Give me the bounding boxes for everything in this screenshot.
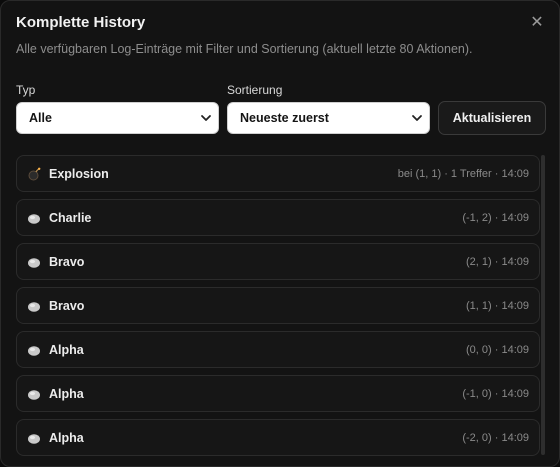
entry-meta: (-1, 2) · 14:09 (462, 212, 529, 224)
close-icon[interactable]: ✕ (527, 13, 547, 33)
history-entry[interactable]: Alpha (-1, 0) · 14:09 (16, 375, 540, 412)
history-entry[interactable]: Alpha (-2, 0) · 14:09 (16, 419, 540, 456)
entry-name: Alpha (49, 387, 84, 401)
list-scrollbar[interactable] (541, 155, 545, 455)
entry-name: Alpha (49, 343, 84, 357)
history-entry[interactable]: Bravo (1, 1) · 14:09 (16, 287, 540, 324)
entry-meta: (-2, 0) · 14:09 (462, 432, 529, 444)
type-select[interactable]: Alle (16, 102, 219, 134)
sort-select[interactable]: Neueste zuerst (227, 102, 430, 134)
history-entry[interactable]: Bravo (2, 1) · 14:09 (16, 243, 540, 280)
rock-icon (28, 434, 40, 444)
dialog-title: Komplette History (16, 14, 146, 31)
history-entry[interactable]: Explosion bei (1, 1) · 1 Treffer · 14:09 (16, 155, 540, 192)
type-label: Typ (16, 83, 36, 97)
entry-meta: (2, 1) · 14:09 (466, 256, 529, 268)
history-entry[interactable]: Charlie (-1, 2) · 14:09 (16, 199, 540, 236)
refresh-button[interactable]: Aktualisieren (438, 101, 546, 135)
history-entry[interactable]: Alpha (0, 0) · 14:09 (16, 331, 540, 368)
entry-name: Explosion (49, 167, 109, 181)
rock-icon (28, 390, 40, 400)
rock-icon (28, 258, 40, 268)
sort-select-value: Neueste zuerst (240, 111, 329, 125)
rock-icon (28, 346, 40, 356)
chevron-down-icon (201, 115, 211, 121)
entry-meta: bei (1, 1) · 1 Treffer · 14:09 (397, 168, 529, 180)
type-select-value: Alle (29, 111, 52, 125)
sort-label: Sortierung (227, 83, 283, 97)
entry-meta: (1, 1) · 14:09 (466, 300, 529, 312)
entry-name: Bravo (49, 299, 85, 313)
bomb-icon (28, 167, 41, 181)
chevron-down-icon (412, 115, 422, 121)
dialog-subtitle: Alle verfügbaren Log-Einträge mit Filter… (16, 42, 473, 56)
entry-meta: (-1, 0) · 14:09 (462, 388, 529, 400)
history-list: Explosion bei (1, 1) · 1 Treffer · 14:09… (16, 155, 540, 466)
entry-name: Bravo (49, 255, 85, 269)
entry-name: Alpha (49, 431, 84, 445)
entry-meta: (0, 0) · 14:09 (466, 344, 529, 356)
rock-icon (28, 302, 40, 312)
rock-icon (28, 214, 40, 224)
entry-name: Charlie (49, 211, 92, 225)
history-dialog: Komplette History ✕ Alle verfügbaren Log… (0, 0, 560, 467)
